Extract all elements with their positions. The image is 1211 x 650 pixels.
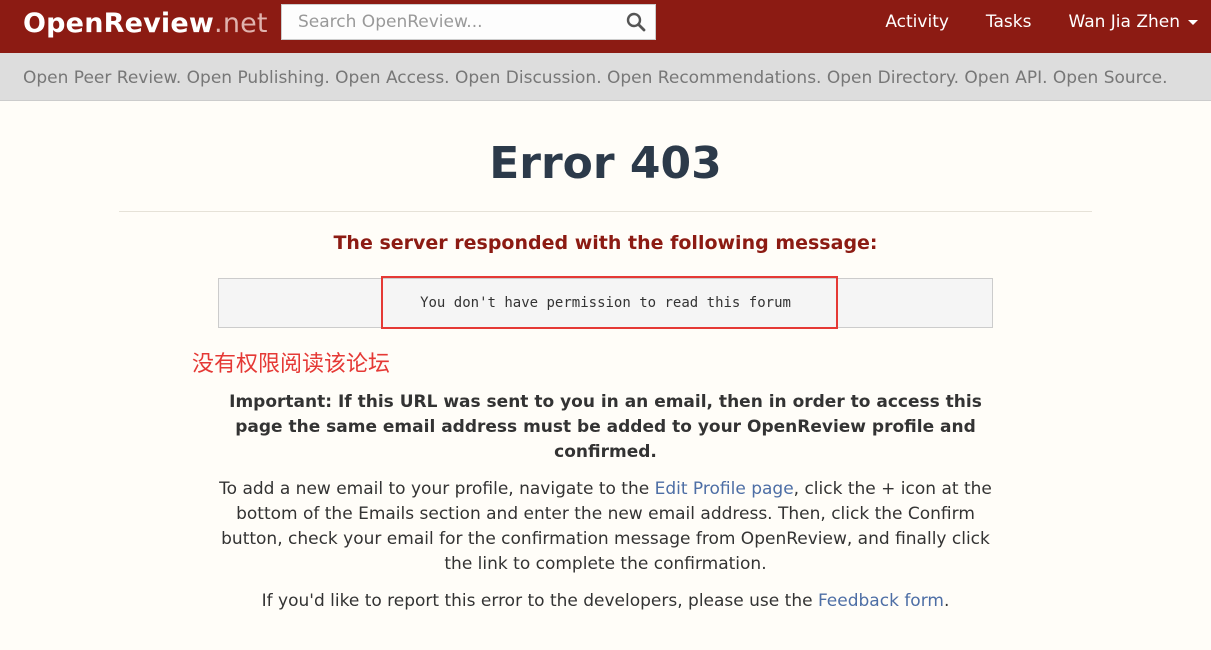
edit-profile-link[interactable]: Edit Profile page [655, 479, 794, 499]
brand-logo[interactable]: OpenReview.net [23, 8, 268, 39]
email-instructions: To add a new email to your profile, navi… [211, 477, 1001, 577]
error-message-box: You don't have permission to read this f… [218, 276, 993, 329]
important-notice: Important: If this URL was sent to you i… [229, 392, 982, 462]
search-icon[interactable] [626, 12, 646, 32]
page-title: Error 403 [489, 138, 722, 189]
feedback-text-after: . [943, 591, 950, 611]
translation-annotation: 没有权限阅读该论坛 [192, 352, 391, 377]
brand-tld[interactable]: .net [214, 8, 268, 39]
search-input[interactable] [282, 12, 612, 32]
highlight-annotation-box [381, 276, 838, 329]
nav-tasks-link[interactable]: Tasks [986, 12, 1032, 32]
brand-name[interactable]: OpenReview [23, 8, 214, 39]
feedback-paragraph: If you'd like to report this error to th… [211, 589, 1001, 614]
tagline-banner: Open Peer Review. Open Publishing. Open … [0, 53, 1211, 101]
error-content: Error 403 The server responded with the … [0, 136, 1211, 614]
search-bar [281, 4, 656, 40]
user-menu[interactable]: Wan Jia Zhen [1068, 12, 1198, 32]
feedback-text-before: If you'd like to report this error to th… [261, 591, 818, 611]
caret-down-icon[interactable] [1188, 19, 1198, 25]
instructions-text-before: To add a new email to your profile, navi… [219, 479, 655, 499]
nav-links: Activity Tasks Wan Jia Zhen [848, 0, 1198, 44]
feedback-form-link[interactable]: Feedback form [818, 591, 944, 611]
server-response-heading: The server responded with the following … [333, 232, 878, 254]
nav-activity-link[interactable]: Activity [885, 12, 949, 32]
user-name[interactable]: Wan Jia Zhen [1068, 12, 1180, 32]
divider [119, 211, 1092, 212]
top-navbar: OpenReview.net Activity Tasks Wan Jia Zh… [0, 0, 1211, 53]
